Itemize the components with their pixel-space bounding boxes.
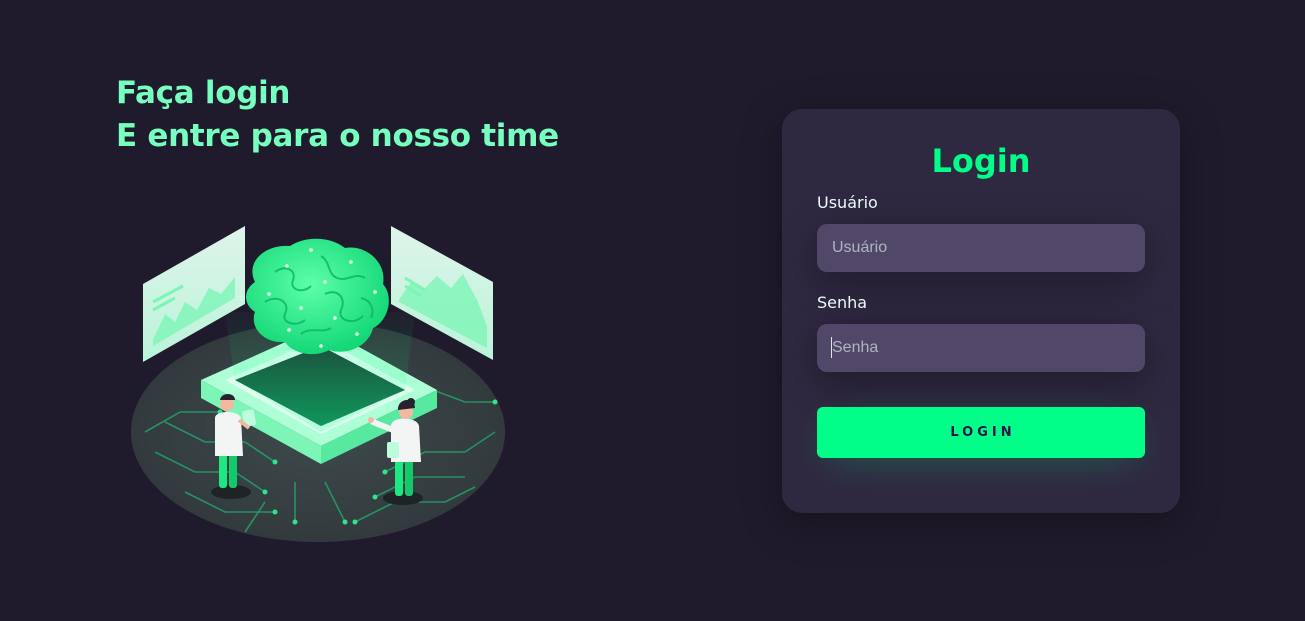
username-input[interactable] <box>817 224 1145 272</box>
text-caret <box>831 337 832 358</box>
brain-data-team-illustration <box>125 222 515 552</box>
login-button[interactable]: Login <box>817 407 1145 458</box>
password-input[interactable] <box>817 324 1145 372</box>
headline-line-2: E entre para o nosso time <box>116 118 559 154</box>
username-label: Usuário <box>817 193 878 212</box>
password-label: Senha <box>817 293 868 312</box>
card-title: Login <box>931 142 1031 180</box>
login-card: Login Usuário Senha Login <box>782 109 1180 513</box>
brain-icon <box>246 238 389 355</box>
headline: Faça login E entre para o nosso time <box>116 72 559 158</box>
headline-line-1: Faça login <box>116 75 291 111</box>
